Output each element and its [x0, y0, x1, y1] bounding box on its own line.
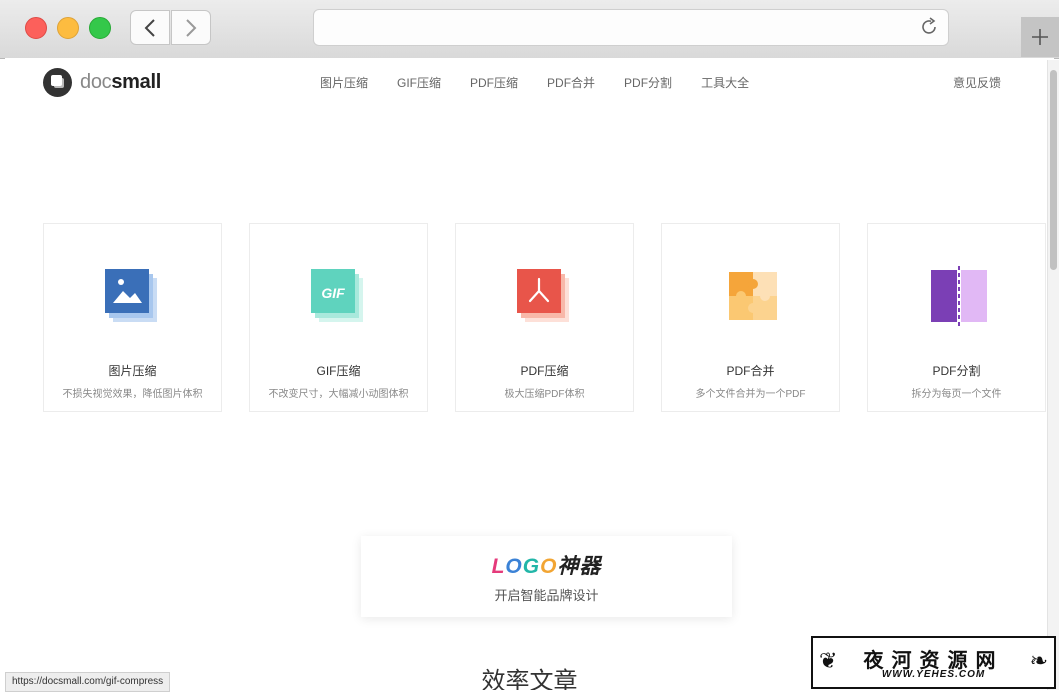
nav-pdf-split[interactable]: PDF分割 [624, 74, 672, 91]
back-button[interactable] [130, 10, 170, 45]
reload-icon[interactable] [918, 16, 940, 38]
nav-image-compress[interactable]: 图片压缩 [320, 74, 368, 91]
pdf-icon [517, 269, 569, 322]
zoom-window-button[interactable] [89, 17, 111, 39]
logo-text: docsmall [80, 71, 162, 93]
tool-desc: 拆分为每页一个文件 [911, 389, 1002, 400]
scrollbar-thumb[interactable] [1050, 70, 1057, 270]
tool-title: PDF压缩 [520, 364, 569, 378]
tool-title: 图片压缩 [108, 364, 157, 378]
logo-tool-ad-banner[interactable]: LOGO神器 开启智能品牌设计 [361, 536, 732, 617]
ornament-icon: ❧ [1029, 648, 1048, 673]
site-logo[interactable]: docsmall [43, 68, 161, 97]
logo-icon [43, 68, 72, 97]
nav-gif-compress[interactable]: GIF压缩 [397, 74, 441, 91]
split-icon [931, 266, 987, 326]
watermark-badge: ❦ 夜河资源网 WWW.YEHES.COM ❧ [811, 636, 1056, 689]
ad-logo: LOGO神器 [491, 555, 602, 578]
tool-desc: 极大压缩PDF体积 [504, 389, 585, 400]
address-bar[interactable] [313, 9, 949, 46]
tool-cards: 图片压缩 不损失视觉效果，降低图片体积 GIF GIF压缩 不改变尺寸，大幅减小… [43, 223, 1046, 412]
tool-desc: 不改变尺寸，大幅减小动图体积 [268, 389, 409, 400]
gif-icon: GIF [311, 269, 363, 322]
puzzle-icon [729, 272, 777, 320]
nav-pdf-merge[interactable]: PDF合并 [547, 74, 595, 91]
plus-icon [1032, 29, 1048, 45]
forward-button[interactable] [171, 10, 211, 45]
tool-desc: 不损失视觉效果，降低图片体积 [62, 389, 203, 400]
tool-title: PDF合并 [726, 364, 775, 378]
nav-tools-all[interactable]: 工具大全 [701, 74, 749, 91]
gif-icon-text: GIF [321, 285, 345, 301]
tool-title: PDF分割 [932, 364, 981, 378]
watermark-url: WWW.YEHES.COM [881, 669, 986, 680]
tool-card-pdf-split[interactable]: PDF分割 拆分为每页一个文件 [867, 223, 1046, 412]
close-window-button[interactable] [25, 17, 47, 39]
tool-card-gif-compress[interactable]: GIF GIF压缩 不改变尺寸，大幅减小动图体积 [249, 223, 428, 412]
nav-pdf-compress[interactable]: PDF压缩 [470, 74, 518, 91]
browser-toolbar [0, 0, 1059, 59]
tool-desc: 多个文件合并为一个PDF [695, 389, 806, 400]
tool-card-pdf-merge[interactable]: PDF合并 多个文件合并为一个PDF [661, 223, 840, 412]
main-nav: 图片压缩 GIF压缩 PDF压缩 PDF合并 PDF分割 工具大全 [320, 74, 778, 91]
chevron-right-icon [186, 18, 197, 37]
vertical-scrollbar[interactable] [1047, 60, 1059, 690]
tool-card-pdf-compress[interactable]: PDF压缩 极大压缩PDF体积 [455, 223, 634, 412]
tool-card-image-compress[interactable]: 图片压缩 不损失视觉效果，降低图片体积 [43, 223, 222, 412]
status-bar-url: https://docsmall.com/gif-compress [5, 672, 171, 692]
feedback-link[interactable]: 意见反馈 [953, 74, 1001, 91]
web-page: docsmall 图片压缩 GIF压缩 PDF压缩 PDF合并 PDF分割 工具… [5, 58, 1054, 690]
minimize-window-button[interactable] [57, 17, 79, 39]
new-tab-button[interactable] [1021, 17, 1059, 57]
image-icon [105, 269, 157, 322]
chevron-left-icon [144, 18, 155, 37]
tool-title: GIF压缩 [316, 364, 361, 378]
ad-subtitle: 开启智能品牌设计 [494, 588, 599, 603]
